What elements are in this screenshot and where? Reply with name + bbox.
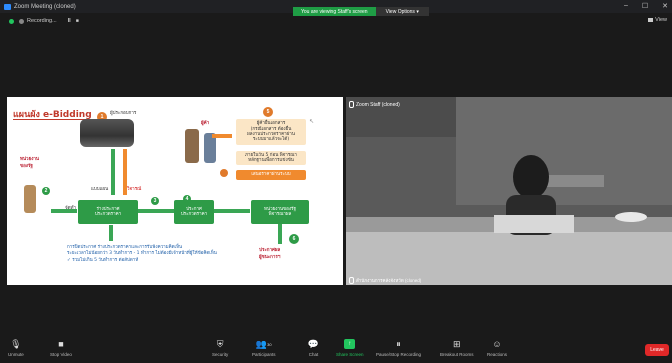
unmute-button[interactable]: 🎙 Unmute (8, 338, 24, 358)
chat-button[interactable]: 💬 Chat (307, 338, 320, 358)
participants-button[interactable]: 👥 30 Participants (252, 338, 276, 358)
review-box: หน่วยงานของรัฐ พิจารณาผล (251, 200, 309, 224)
participant-video-tile[interactable]: Zoom Staff (cloned) สำนักงานการคลังจังหว… (346, 97, 672, 285)
video-icon: ■ (58, 339, 64, 349)
step-circle-2: 2 (42, 187, 50, 195)
participants-icon: 👥 30 (255, 338, 272, 349)
result-label: ประกาศผล ผู้ชนะการฯ (259, 248, 281, 260)
mic-icon (349, 101, 354, 108)
meeting-toolbar: 🎙 Unmute ■ Stop Video ⛨ Security 👥 30 Par… (0, 335, 672, 363)
mic-muted-icon: 🎙 (10, 338, 22, 349)
pause-stop-recording-button[interactable]: ⏸ Pause/Stop Recording (376, 338, 421, 358)
vendor-docs-box: ผู้ค้ายื่นเอกสาร (กรณีเอกสาร ต้องยื่น ผล… (236, 119, 306, 145)
step-circle-3: 3 (151, 197, 159, 205)
recording-label: Recording... (27, 18, 57, 24)
step-circle-4: 4 (183, 195, 191, 203)
participant-name: สำนักงานการคลังจังหวัด (cloned) (349, 277, 421, 284)
arrow-draft-down (109, 225, 113, 241)
breakout-icon: ⊞ (452, 338, 461, 349)
step-circle-price (220, 169, 228, 177)
shield-icon: ⛨ (216, 338, 224, 349)
screen-sharer-name: Zoom Staff (cloned) (349, 101, 400, 108)
criticize-label: วิจารณ์ (127, 187, 142, 192)
close-button[interactable]: ✕ (662, 2, 668, 10)
view-button[interactable]: View (648, 17, 667, 23)
arrow-bidder-to-docs (212, 134, 232, 138)
mouse-cursor-icon: ↖ (309, 118, 315, 125)
arrow-agency-to-draft (51, 209, 77, 213)
mic-icon (349, 277, 354, 284)
screen-share-banner: You are viewing Staff's screen View Opti… (293, 7, 429, 16)
entrepreneur-crowd-image (80, 119, 134, 147)
bidder-person-image-1 (185, 129, 199, 163)
recording-indicator: Recording... (19, 18, 57, 24)
draft-announcement-box: ร่างประกาศ ประกวดราคา (78, 200, 138, 224)
shared-screen[interactable]: แผนผัง e-Bidding 1 ผู้ประกอบการ หน่วยงาน… (7, 97, 343, 285)
share-screen-button[interactable]: ↑ Share Screen (336, 339, 364, 357)
submit-price-box: เสนอราคาผ่านระบบ (236, 170, 306, 180)
stop-video-button[interactable]: ■ Stop Video (50, 339, 72, 357)
record-dot-icon (19, 18, 24, 24)
arrow-up-entrepreneur (111, 149, 115, 195)
stop-recording-button[interactable]: ■ (76, 18, 79, 24)
window-title: Zoom Meeting (cloned) (14, 3, 76, 10)
minimize-button[interactable]: – (624, 2, 628, 10)
note-text: การปิดประกาศ ร่างประกวดราคาและการรับฟังค… (67, 245, 217, 263)
maximize-button[interactable]: ☐ (642, 2, 648, 10)
security-button[interactable]: ⛨ Security (212, 338, 228, 358)
window-controls: – ☐ ✕ (624, 2, 668, 10)
chat-icon: 💬 (307, 338, 320, 349)
share-screen-icon: ↑ (344, 339, 356, 349)
agency-label: หน่วยงาน ของรัฐ (20, 157, 40, 169)
reactions-button[interactable]: ☺ Reactions (487, 339, 507, 357)
step-circle-6: 6 (289, 234, 299, 244)
encryption-shield-icon[interactable] (9, 18, 14, 24)
recording-bar: Recording... II ■ (9, 18, 79, 24)
vendor-deadline-box: ภายในวัน 5 ก่อน พิจารณา หลักฐานเพื่อการแ… (236, 151, 306, 165)
slide-title: แผนผัง e-Bidding (13, 107, 123, 121)
announcement-box: ประกาศ ประกวดราคา (174, 200, 214, 224)
arrow-announce-to-review (214, 209, 250, 213)
arrow-down-feedback (123, 149, 127, 195)
viewing-screen-label: You are viewing Staff's screen (293, 7, 376, 16)
agency-officer-image (24, 185, 36, 213)
bidder-label: ผู้ค้า (201, 121, 210, 126)
invite-label: แบบแผน (91, 187, 109, 192)
reaction-icon: ☺ (492, 339, 502, 349)
zoom-app-icon (4, 3, 11, 10)
arrow-review-to-result (278, 224, 282, 244)
arrow-draft-to-announce (138, 209, 174, 213)
leave-button[interactable]: Leave (645, 344, 669, 356)
view-options-button[interactable]: View Options ▾ (375, 7, 429, 16)
video-scene (346, 97, 672, 285)
pause-recording-button[interactable]: II (68, 18, 71, 24)
breakout-rooms-button[interactable]: ⊞ Breakout Rooms (440, 338, 474, 358)
participant-count: 30 (267, 341, 272, 347)
view-label: View (655, 17, 667, 23)
entrepreneur-label: ผู้ประกอบการ (110, 111, 137, 116)
grid-view-icon (648, 18, 654, 22)
record-icon: ⏸ (396, 338, 401, 349)
step-circle-5: 5 (263, 107, 273, 117)
